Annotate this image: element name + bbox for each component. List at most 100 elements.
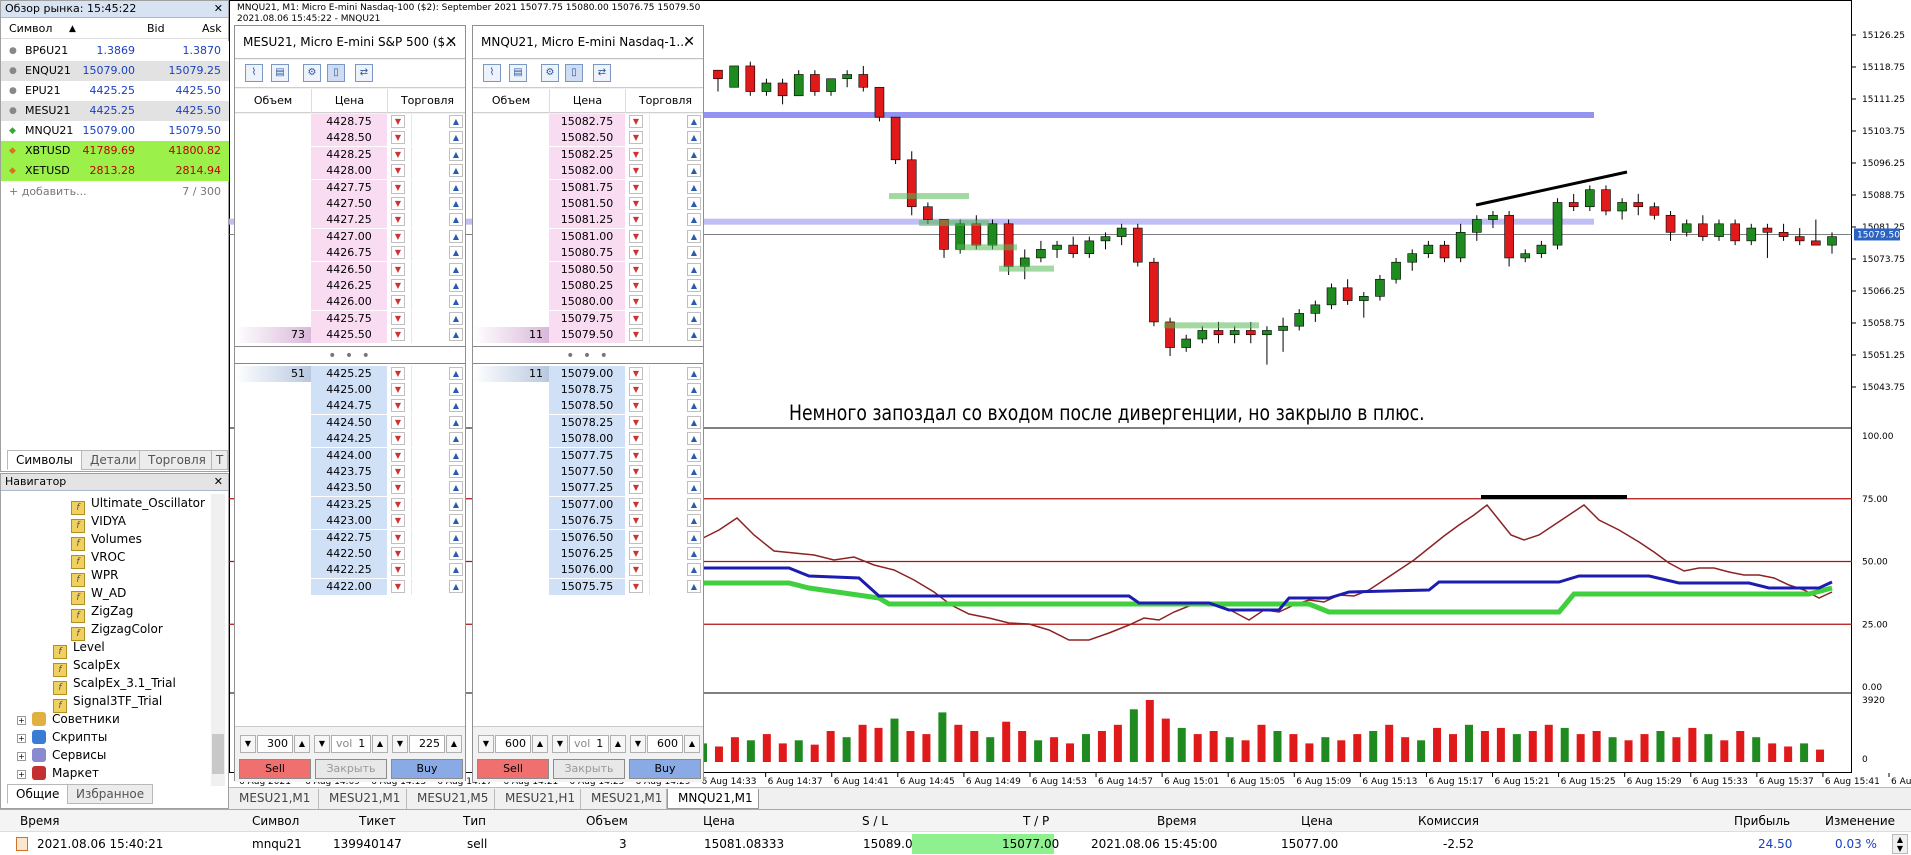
buy-stop-icon[interactable]: ▲ <box>449 295 463 309</box>
sell-limit-icon[interactable]: ▼ <box>629 295 643 309</box>
th-volume[interactable]: Объем <box>586 812 628 831</box>
dom-ask-level[interactable]: 4426.75 ▼ ▲ <box>235 245 465 262</box>
transfer-icon[interactable]: ⇄ <box>593 64 611 82</box>
chart-icon[interactable]: ⌇ <box>483 64 501 82</box>
trade-cell[interactable] <box>649 365 685 382</box>
buy-limit-icon[interactable]: ▲ <box>449 563 463 577</box>
trade-cell[interactable] <box>649 245 685 262</box>
settings-icon[interactable]: ⚙ <box>303 64 321 82</box>
vol-increase-button[interactable]: ▲ <box>372 735 388 753</box>
navigator-item[interactable]: f ZigzagColor <box>71 620 163 641</box>
sell-limit-icon[interactable]: ▼ <box>629 164 643 178</box>
buy-stop-icon[interactable]: ▲ <box>687 311 701 325</box>
trade-cell[interactable] <box>411 496 447 513</box>
buy-limit-icon[interactable]: ▲ <box>687 415 701 429</box>
buy-limit-icon[interactable]: ▲ <box>687 399 701 413</box>
sell-stop-icon[interactable]: ▼ <box>391 547 405 560</box>
buy-limit-icon[interactable]: ▲ <box>687 530 701 544</box>
sell-limit-icon[interactable]: ▼ <box>391 311 405 325</box>
trade-cell[interactable] <box>411 431 447 448</box>
vol-decrease-button[interactable]: ▼ <box>314 735 330 753</box>
lot-decrease-button[interactable]: ▼ <box>240 735 256 753</box>
dom-bid-level[interactable]: 15076.00 ▼ ▲ <box>473 562 703 579</box>
buy-limit-icon[interactable]: ▲ <box>687 366 701 380</box>
add-symbol-row[interactable]: + добавить... 7 / 300 <box>9 182 225 202</box>
dom-ask-level[interactable]: 4426.25 ▼ ▲ <box>235 278 465 294</box>
buy-limit-icon[interactable]: ▲ <box>449 448 463 462</box>
trade-cell[interactable] <box>411 146 447 163</box>
buy-stop-icon[interactable]: ▲ <box>687 180 701 194</box>
sell-stop-icon[interactable]: ▼ <box>391 514 405 528</box>
navigator-item[interactable]: + Сервисы <box>17 746 106 764</box>
chart-tab[interactable]: MNQU21,M1 <box>667 789 759 809</box>
trade-cell[interactable] <box>411 546 447 562</box>
dom-ask-level[interactable]: 4426.50 ▼ ▲ <box>235 261 465 278</box>
trade-cell[interactable] <box>649 480 685 497</box>
navigator-item[interactable]: f Signal3TF_Trial <box>53 692 162 713</box>
trade-cell[interactable] <box>411 130 447 147</box>
dom-ask-level[interactable]: 4427.75 ▼ ▲ <box>235 179 465 196</box>
trade-cell[interactable] <box>649 496 685 513</box>
sell-stop-icon[interactable]: ▼ <box>629 514 643 528</box>
dom-ask-level[interactable]: 4428.50 ▼ ▲ <box>235 130 465 147</box>
lot-input[interactable]: 600 <box>495 735 531 753</box>
dom-bid-level[interactable]: 4422.75 ▼ ▲ <box>235 529 465 546</box>
tp-input[interactable]: 225 <box>409 735 445 753</box>
trade-cell[interactable] <box>649 114 685 130</box>
tab-favorites[interactable]: Избранное <box>67 784 154 804</box>
dom-bid-level[interactable]: 15077.75 ▼ ▲ <box>473 447 703 464</box>
dom-bid-level[interactable]: 15076.75 ▼ ▲ <box>473 513 703 530</box>
trade-cell[interactable] <box>649 578 685 595</box>
dom-bid-level[interactable]: 51 4425.25 ▼ ▲ <box>235 365 465 382</box>
trade-cell[interactable] <box>649 529 685 546</box>
buy-limit-icon[interactable]: ▲ <box>449 383 463 396</box>
buy-stop-icon[interactable]: ▲ <box>449 164 463 178</box>
trade-cell[interactable] <box>411 196 447 212</box>
close-icon[interactable]: ✕ <box>214 474 223 490</box>
dom-bid-level[interactable]: 11 15079.00 ▼ ▲ <box>473 365 703 382</box>
dom-ask-level[interactable]: 15082.50 ▼ ▲ <box>473 130 703 147</box>
sell-stop-icon[interactable]: ▼ <box>391 432 405 446</box>
buy-stop-icon[interactable]: ▲ <box>687 164 701 178</box>
dom-bid-level[interactable]: 4423.00 ▼ ▲ <box>235 513 465 530</box>
navigator-item[interactable]: + Маркет <box>17 764 99 782</box>
dom-ask-level[interactable]: 4428.00 ▼ ▲ <box>235 163 465 180</box>
buy-stop-icon[interactable]: ▲ <box>449 131 463 145</box>
sell-limit-icon[interactable]: ▼ <box>391 197 405 210</box>
th-commission[interactable]: Комиссия <box>1418 812 1479 831</box>
buy-stop-icon[interactable]: ▲ <box>449 147 463 161</box>
sell-stop-icon[interactable]: ▼ <box>391 448 405 462</box>
trade-cell[interactable] <box>411 382 447 398</box>
sell-stop-icon[interactable]: ▼ <box>629 530 643 544</box>
trade-cell[interactable] <box>411 228 447 245</box>
trade-cell[interactable] <box>649 382 685 398</box>
trade-cell[interactable] <box>411 447 447 464</box>
trade-cell[interactable] <box>411 294 447 311</box>
buy-button[interactable]: Buy <box>629 759 701 779</box>
th-profit[interactable]: Прибыль <box>1734 812 1790 831</box>
lot-decrease-button[interactable]: ▼ <box>478 735 494 753</box>
dom-ask-level[interactable]: 15079.75 ▼ ▲ <box>473 310 703 327</box>
trade-cell[interactable] <box>649 513 685 530</box>
sell-button[interactable]: Sell <box>239 759 311 779</box>
navigator-item[interactable]: f VROC <box>71 548 125 569</box>
th-price[interactable]: Цена <box>703 812 735 831</box>
dom-bid-level[interactable]: 4424.50 ▼ ▲ <box>235 414 465 431</box>
sell-stop-icon[interactable]: ▼ <box>629 579 643 593</box>
columns-icon[interactable]: ▯ <box>327 64 345 82</box>
expand-icon[interactable]: + <box>17 752 26 761</box>
close-icon[interactable]: ✕ <box>683 26 695 58</box>
lot-increase-button[interactable]: ▲ <box>294 735 310 753</box>
buy-stop-icon[interactable]: ▲ <box>687 197 701 210</box>
dom-ask-level[interactable]: 15082.75 ▼ ▲ <box>473 114 703 130</box>
tp-decrease-button[interactable]: ▼ <box>630 735 646 753</box>
buy-limit-icon[interactable]: ▲ <box>449 465 463 478</box>
market-watch-row[interactable]: ◆ XETUSD 2813.28 2814.94 <box>1 161 229 181</box>
sell-limit-icon[interactable]: ▼ <box>391 213 405 227</box>
sell-stop-icon[interactable]: ▼ <box>629 563 643 577</box>
buy-limit-icon[interactable]: ▲ <box>449 530 463 544</box>
buy-stop-icon[interactable]: ▲ <box>687 279 701 292</box>
trade-cell[interactable] <box>649 562 685 579</box>
sell-limit-icon[interactable]: ▼ <box>391 295 405 309</box>
navigator-item[interactable]: + Советники <box>17 710 120 728</box>
